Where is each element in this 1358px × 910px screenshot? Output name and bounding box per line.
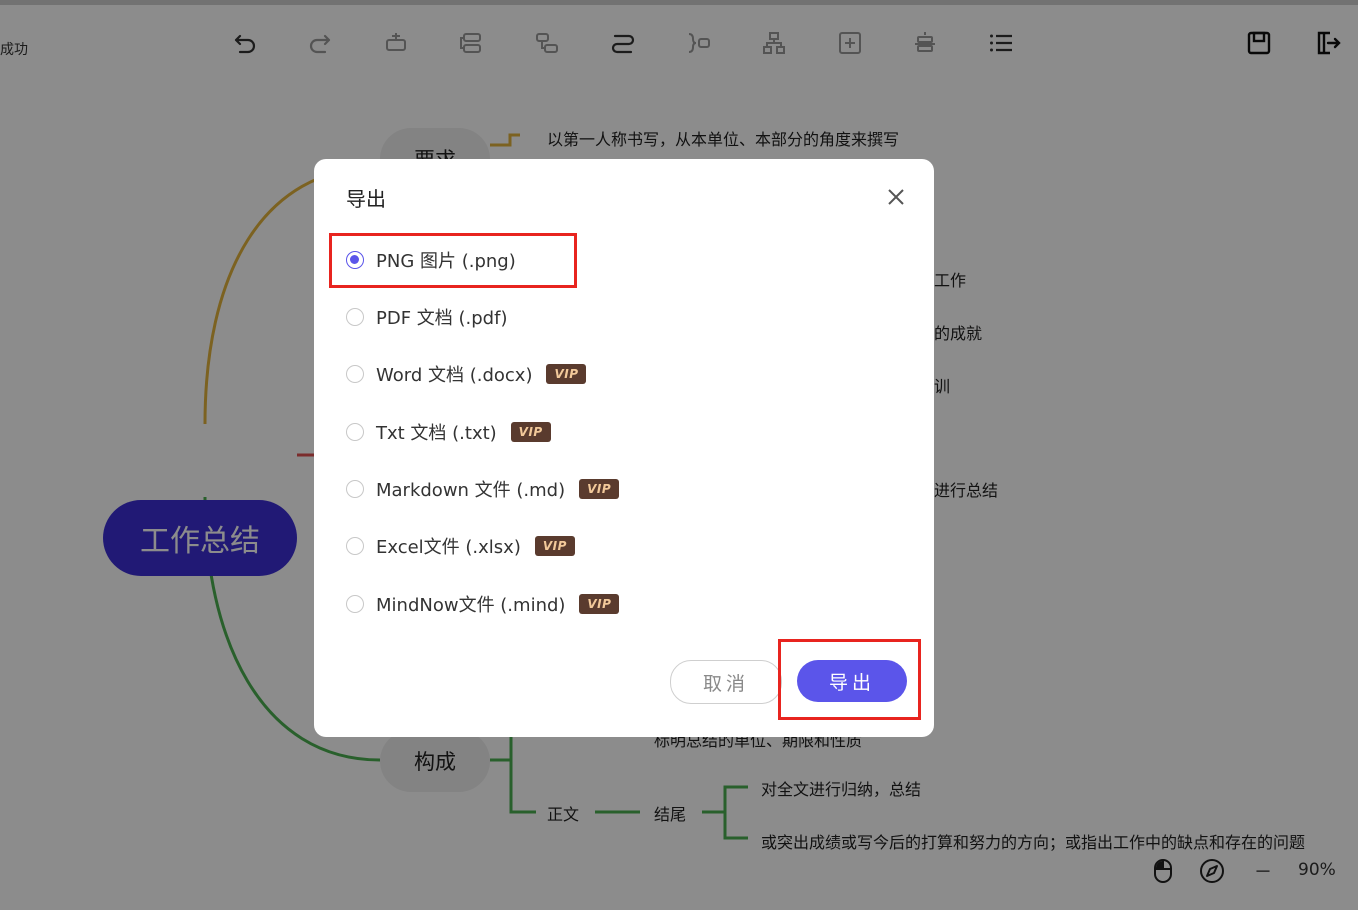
radio-word[interactable] [346,365,364,383]
vip-badge: VIP [579,594,620,614]
option-excel[interactable]: Excel文件 (.xlsx) VIP [346,531,575,561]
close-button[interactable] [882,183,910,211]
option-png[interactable]: PNG 图片 (.png) [346,245,516,275]
radio-pdf[interactable] [346,308,364,326]
option-mindnow[interactable]: MindNow文件 (.mind) VIP [346,589,620,619]
dialog-title: 导出 [346,187,386,211]
vip-badge: VIP [546,364,587,384]
option-label: PDF 文档 (.pdf) [376,308,508,329]
radio-mindnow[interactable] [346,595,364,613]
radio-png[interactable] [346,251,364,269]
option-txt[interactable]: Txt 文档 (.txt) VIP [346,417,551,447]
export-dialog: 导出 PNG 图片 (.png) PDF 文档 (.pdf) Word 文档 (… [314,159,934,737]
option-word[interactable]: Word 文档 (.docx) VIP [346,359,587,389]
option-label: MindNow文件 (.mind) [376,595,566,616]
option-markdown[interactable]: Markdown 文件 (.md) VIP [346,474,620,504]
vip-badge: VIP [534,536,575,556]
radio-txt[interactable] [346,423,364,441]
vip-badge: VIP [579,479,620,499]
close-icon [888,189,904,205]
option-label: Excel文件 (.xlsx) [376,537,521,558]
vip-badge: VIP [510,422,551,442]
option-label: PNG 图片 (.png) [376,251,516,272]
option-label: Txt 文档 (.txt) [376,423,497,444]
option-label: Word 文档 (.docx) [376,365,533,386]
option-pdf[interactable]: PDF 文档 (.pdf) [346,302,507,332]
confirm-export-button[interactable]: 导出 [797,660,907,702]
radio-markdown[interactable] [346,480,364,498]
radio-excel[interactable] [346,537,364,555]
option-label: Markdown 文件 (.md) [376,480,566,501]
cancel-button[interactable]: 取消 [670,660,782,704]
